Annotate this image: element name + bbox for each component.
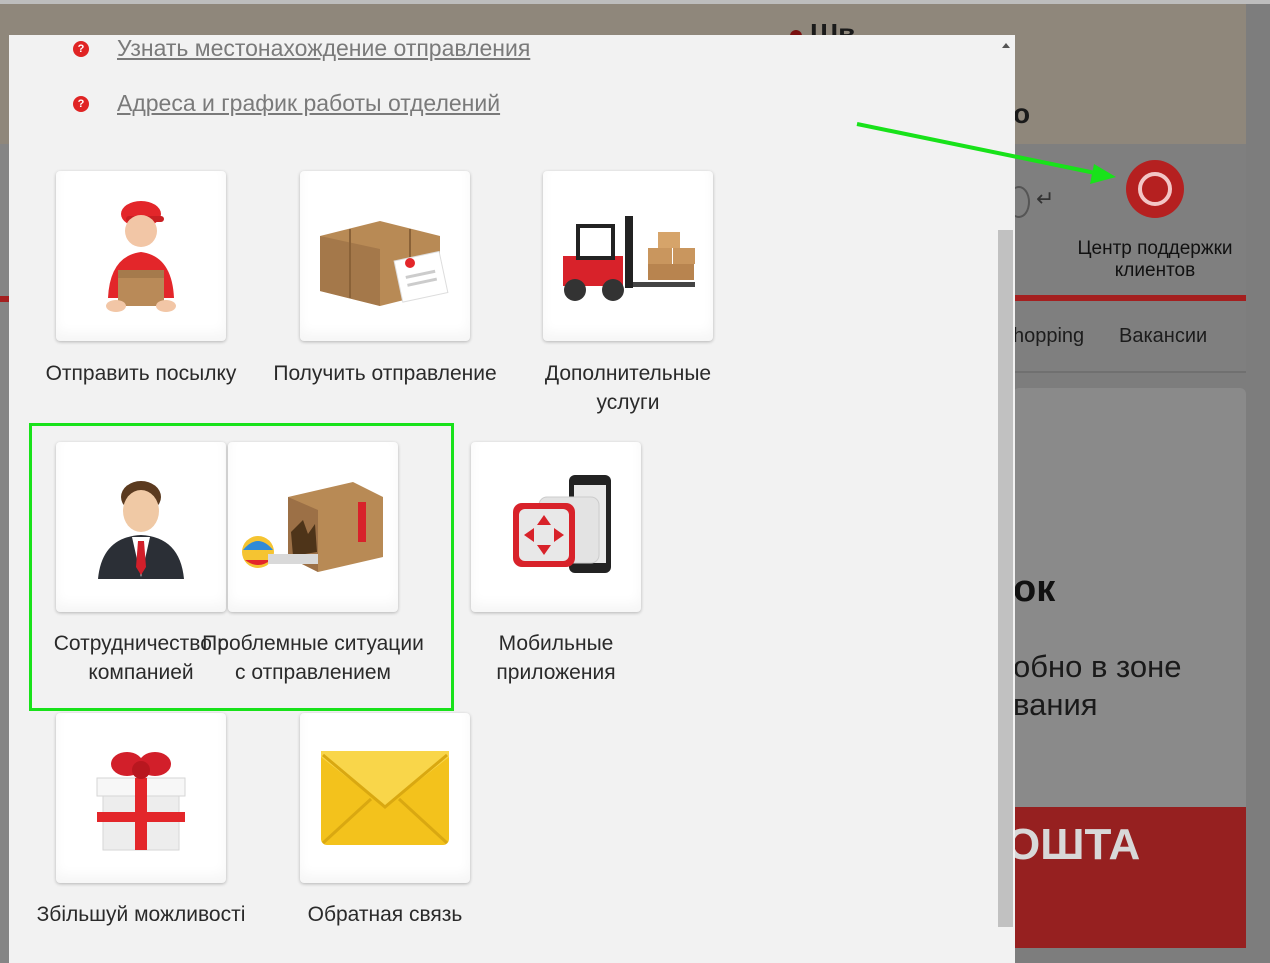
nav-item-shopping[interactable]: hopping: [1013, 325, 1084, 348]
bg-top-text-2: о: [1013, 98, 1031, 129]
tile-send-parcel[interactable]: [56, 171, 226, 341]
courier-with-box-icon: [106, 201, 176, 312]
tile-mobile-apps[interactable]: [471, 442, 641, 612]
mobile-app-icon: [513, 475, 611, 573]
support-center-icon[interactable]: [1126, 160, 1184, 218]
tile-label-feedback[interactable]: Обратная связь: [270, 900, 500, 929]
link-label[interactable]: Узнать местонахождение отправления: [117, 35, 530, 62]
tile-expand-possibilities[interactable]: [56, 713, 226, 883]
bg-left-red-line: [0, 296, 9, 302]
tile-label-expand-possibilities[interactable]: Збільшуй можливості: [26, 900, 256, 929]
link-branch-addresses[interactable]: ? Адреса и график работы отделений: [73, 90, 500, 117]
tile-label-receive-shipment[interactable]: Получить отправление: [265, 359, 505, 388]
bg-top-line: [0, 0, 1270, 4]
envelope-icon: [321, 751, 449, 845]
enter-icon: ↵: [1036, 186, 1055, 211]
tile-label-mobile-apps[interactable]: Мобильные приложения: [446, 629, 666, 687]
parcel-with-invoice-icon: [320, 221, 449, 306]
nav-item-vacancies[interactable]: Вакансии: [1119, 325, 1207, 348]
link-track-shipment[interactable]: ? Узнать местонахождение отправления: [73, 35, 530, 62]
tile-receive-shipment[interactable]: [300, 171, 470, 341]
tile-label-send-parcel[interactable]: Отправить посылку: [36, 359, 246, 388]
scrollbar-thumb[interactable]: [998, 230, 1013, 927]
question-icon: ?: [73, 40, 89, 57]
scrollbar[interactable]: [997, 35, 1015, 963]
question-icon: ?: [73, 95, 89, 112]
tile-feedback[interactable]: [300, 713, 470, 883]
forklift-icon: [563, 216, 695, 301]
highlight-box: [29, 423, 454, 711]
gift-icon: [96, 752, 186, 851]
support-center-label[interactable]: Центр поддержки клиентов: [1060, 238, 1250, 282]
bg-promo-text: обно в зоне вания: [1013, 649, 1182, 722]
tile-label-additional-services[interactable]: Дополнительные услуги: [518, 359, 738, 417]
scroll-up-arrow-icon[interactable]: [1002, 43, 1010, 48]
tile-additional-services[interactable]: [543, 171, 713, 341]
bg-nav-menu: hopping Вакансии: [1013, 301, 1246, 373]
bg-left-strip: [0, 144, 9, 963]
link-label[interactable]: Адреса и график работы отделений: [117, 90, 500, 117]
bg-promo-title: ок: [1013, 568, 1056, 610]
bg-brand-text: ОШТА: [1006, 820, 1141, 869]
